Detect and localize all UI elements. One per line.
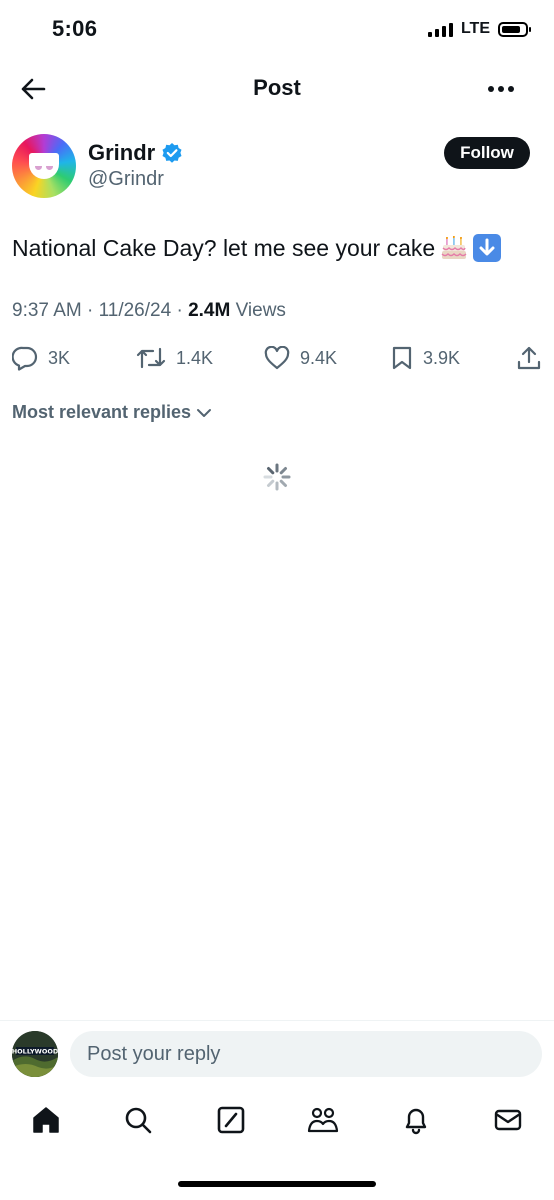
reply-count: 3K (48, 347, 71, 368)
bottom-tab-bar (0, 1100, 554, 1144)
reply-input[interactable]: Post your reply (70, 1031, 542, 1077)
replies-sort-dropdown[interactable]: Most relevant replies (12, 402, 213, 423)
birthday-cake-icon (441, 235, 467, 259)
author-avatar[interactable] (12, 134, 76, 198)
share-icon (517, 346, 541, 370)
battery-icon (498, 21, 531, 37)
repost-count: 1.4K (176, 347, 214, 368)
mail-icon (494, 1109, 522, 1131)
like-button[interactable]: 9.4K (264, 346, 391, 370)
more-icon (488, 86, 514, 92)
verified-badge-icon (162, 143, 182, 163)
like-count: 9.4K (300, 347, 338, 368)
post-text: National Cake Day? let me see your cake (12, 234, 436, 261)
user-avatar[interactable]: HOLLYWOOD (12, 1031, 58, 1077)
down-arrow-icon (473, 234, 502, 262)
heart-icon (264, 346, 290, 370)
loading-spinner-icon (263, 463, 291, 491)
post-meta: 9:37 AM · 11/26/24 · 2.4M Views (12, 300, 286, 321)
views-count: 2.4M (188, 300, 231, 321)
network-type: LTE (460, 20, 490, 37)
status-time: 5:06 (52, 16, 98, 41)
share-button[interactable] (516, 345, 542, 371)
search-icon (126, 1107, 152, 1134)
tab-notifications[interactable] (396, 1100, 436, 1140)
home-indicator (178, 1181, 376, 1187)
reply-icon (12, 346, 38, 371)
author-name-row[interactable]: Grindr (88, 140, 183, 166)
post-actions: 3K 1.4K 9.4K 3.9K (12, 340, 542, 376)
reply-bar-divider (0, 1020, 554, 1021)
bookmark-icon (392, 346, 412, 370)
views-label[interactable]: Views (236, 300, 286, 321)
bookmark-button[interactable]: 3.9K (391, 345, 516, 371)
reply-input-placeholder: Post your reply (87, 1042, 221, 1065)
grok-icon (217, 1106, 245, 1134)
post-time: 9:37 AM (12, 300, 82, 321)
replies-sort-label: Most relevant replies (12, 402, 192, 422)
chevron-down-icon (197, 408, 212, 417)
status-indicators: LTE (427, 20, 531, 38)
home-icon (33, 1107, 59, 1133)
hollywood-avatar-image: HOLLYWOOD (12, 1031, 58, 1077)
tab-search[interactable] (118, 1100, 158, 1140)
tab-communities[interactable] (303, 1100, 343, 1140)
repost-icon (136, 347, 166, 369)
author-handle[interactable]: @Grindr (88, 168, 164, 191)
post-text-row: National Cake Day? let me see your cake (12, 234, 502, 262)
more-options-button[interactable] (486, 79, 516, 99)
follow-button[interactable]: Follow (444, 137, 530, 169)
signal-icon (427, 21, 453, 37)
grindr-logo-icon (29, 153, 59, 179)
author-name: Grindr (88, 140, 156, 165)
post-date: 11/26/24 (98, 300, 172, 321)
page-title: Post (253, 75, 301, 100)
svg-text:HOLLYWOOD: HOLLYWOOD (12, 1048, 58, 1056)
bookmark-count: 3.9K (423, 347, 461, 368)
reply-button[interactable]: 3K (12, 345, 136, 371)
tab-messages[interactable] (488, 1100, 528, 1140)
tab-grok[interactable] (211, 1100, 251, 1140)
tab-home[interactable] (26, 1100, 66, 1140)
repost-button[interactable]: 1.4K (136, 345, 264, 371)
communities-icon (308, 1107, 339, 1133)
bell-icon (405, 1108, 426, 1135)
